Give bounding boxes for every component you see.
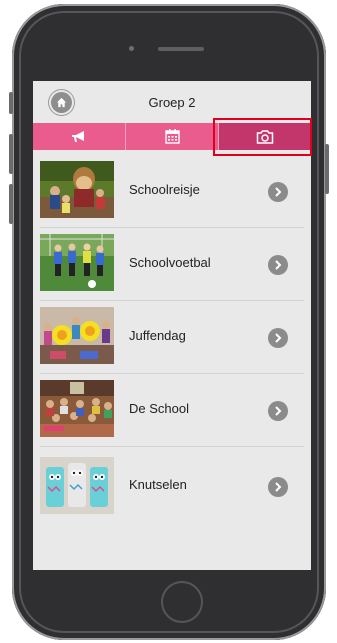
photo-de-school — [40, 380, 114, 437]
album-label: De School — [129, 401, 189, 416]
page-title: Groep 2 — [148, 95, 196, 110]
top-bar: Groep 2 — [33, 81, 311, 123]
album-label: Juffendag — [129, 328, 186, 343]
list-item[interactable]: Schoolvoetbal — [40, 228, 304, 301]
earpiece-speaker — [158, 47, 204, 51]
photo-schoolvoetbal — [40, 234, 114, 291]
album-label: Knutselen — [129, 477, 187, 492]
album-label: Schoolreisje — [129, 182, 200, 197]
calendar-icon — [164, 129, 180, 144]
tab-calendar[interactable] — [125, 123, 218, 150]
chevron-right-icon[interactable] — [268, 328, 288, 348]
volume-down-button — [9, 184, 13, 224]
list-item[interactable]: Knutselen — [40, 447, 304, 525]
photo-schoolreisje — [40, 161, 114, 218]
list-item[interactable]: De School — [40, 374, 304, 447]
chevron-right-icon[interactable] — [268, 401, 288, 421]
volume-up-button — [9, 134, 13, 174]
mute-switch — [9, 92, 13, 114]
power-button — [325, 144, 329, 194]
chevron-right-icon[interactable] — [268, 477, 288, 497]
megaphone-icon — [72, 130, 84, 142]
home-button[interactable] — [161, 581, 203, 623]
front-camera — [129, 46, 134, 51]
list-item[interactable]: Schoolreisje — [40, 155, 304, 228]
chevron-right-icon[interactable] — [268, 182, 288, 202]
album-list: Schoolreisje Schoolvoetbal Juffendag De … — [33, 155, 311, 525]
photo-juffendag — [40, 307, 114, 364]
album-label: Schoolvoetbal — [129, 255, 211, 270]
photo-knutselen — [40, 457, 114, 514]
chevron-right-icon[interactable] — [268, 255, 288, 275]
selection-highlight — [213, 118, 312, 156]
tab-news[interactable] — [33, 123, 125, 150]
list-item[interactable]: Juffendag — [40, 301, 304, 374]
